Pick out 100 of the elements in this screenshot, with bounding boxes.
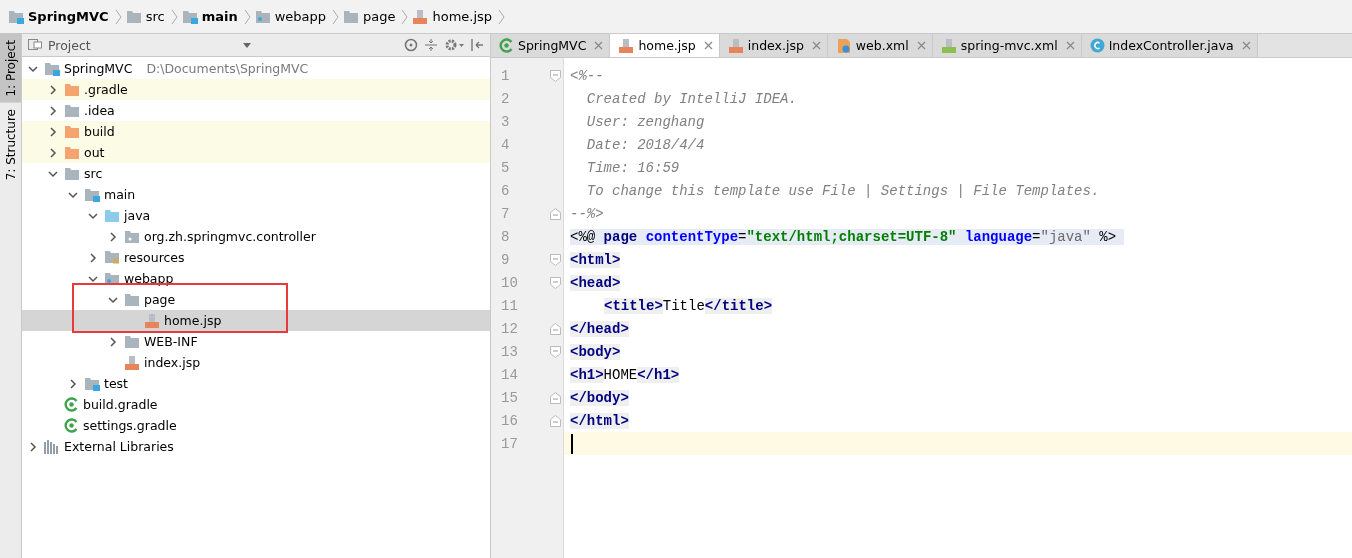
close-icon[interactable] — [811, 41, 821, 50]
item-label: src — [84, 166, 103, 181]
folder-icon — [64, 145, 80, 160]
package-icon — [124, 229, 140, 244]
tree-item[interactable]: java — [22, 205, 490, 226]
close-icon[interactable] — [1065, 41, 1075, 50]
line-number: 7 — [500, 205, 511, 222]
breadcrumb-item[interactable]: home.jsp — [412, 8, 493, 25]
close-icon[interactable] — [703, 41, 713, 50]
locate-icon[interactable] — [404, 38, 418, 52]
breadcrumb-item[interactable]: SpringMVC — [8, 9, 109, 24]
fold-marker-icon[interactable] — [549, 276, 561, 289]
tool-window-tab[interactable]: 7: Structure — [0, 102, 21, 186]
item-label: home.jsp — [164, 313, 222, 328]
folder-icon — [64, 82, 80, 97]
editor-tab[interactable]: SpringMVC — [491, 34, 611, 57]
module-folder-icon — [181, 9, 198, 24]
item-label: webapp — [124, 271, 174, 286]
tree-item[interactable]: WEB-INF — [22, 331, 490, 352]
breadcrumb-item[interactable]: webapp — [254, 9, 326, 24]
editor-tab[interactable]: index.jsp — [719, 34, 828, 57]
xml-file-icon — [835, 37, 852, 54]
line-number: 11 — [500, 297, 519, 314]
line-number: 3 — [500, 113, 511, 130]
tree-item[interactable]: External Libraries — [22, 436, 490, 457]
line-number: 9 — [500, 251, 511, 268]
item-label: java — [124, 208, 151, 223]
collapse-icon[interactable] — [424, 38, 438, 52]
tree-item[interactable]: resources — [22, 247, 490, 268]
tree-item[interactable]: out — [22, 142, 490, 163]
settings-icon[interactable] — [444, 38, 464, 52]
item-label: index.jsp — [144, 355, 201, 370]
dropdown-caret-icon[interactable] — [243, 42, 252, 48]
fold-marker-icon[interactable] — [549, 207, 561, 220]
jsp-file-icon — [412, 8, 429, 25]
gradle-icon — [64, 397, 79, 412]
tree-item[interactable]: page — [22, 289, 490, 310]
folder-icon — [104, 208, 120, 223]
jsp-file-icon — [144, 312, 160, 329]
project-path: D:\Documents\SpringMVC — [146, 61, 309, 76]
hide-panel-icon[interactable] — [470, 38, 484, 52]
jsp-file-icon — [124, 354, 140, 371]
item-label: org.zh.springmvc.controller — [144, 229, 316, 244]
breadcrumb-item[interactable]: main — [181, 9, 238, 24]
fold-marker-icon[interactable] — [549, 345, 561, 358]
tree-item[interactable]: index.jsp — [22, 352, 490, 373]
breadcrumb-item[interactable]: src — [125, 9, 165, 24]
project-view-icon — [28, 39, 42, 51]
libraries-icon — [44, 439, 60, 454]
item-label: External Libraries — [64, 439, 174, 454]
item-label: resources — [124, 250, 185, 265]
tree-item[interactable]: build — [22, 121, 490, 142]
tree-item[interactable]: home.jsp — [22, 310, 490, 331]
fold-marker-icon[interactable] — [549, 322, 561, 335]
editor-tab[interactable]: web.xml — [827, 34, 933, 57]
close-icon[interactable] — [1241, 41, 1251, 50]
line-number: 14 — [500, 366, 519, 383]
tree-item[interactable]: main — [22, 184, 490, 205]
gradle-icon — [64, 418, 79, 433]
tree-item[interactable]: build.gradle — [22, 394, 490, 415]
tree-item[interactable]: org.zh.springmvc.controller — [22, 226, 490, 247]
folder-icon — [124, 292, 140, 307]
close-icon[interactable] — [594, 41, 604, 50]
item-label: .idea — [84, 103, 115, 118]
fold-marker-icon[interactable] — [549, 253, 561, 266]
folder-icon — [343, 9, 359, 24]
chevron-right-icon — [401, 8, 409, 25]
class-icon — [1089, 38, 1105, 53]
code-line: Date: 2018/4/4 — [585, 136, 705, 153]
tree-item[interactable]: settings.gradle — [22, 415, 490, 436]
item-label: build.gradle — [83, 397, 158, 412]
chevron-right-icon — [243, 8, 251, 25]
line-number: 8 — [500, 228, 511, 245]
line-number: 15 — [500, 389, 519, 406]
line-number: 1 — [500, 67, 511, 84]
item-label: settings.gradle — [83, 418, 177, 433]
module-folder-icon — [84, 187, 100, 202]
editor-tab[interactable]: spring-mvc.xml — [932, 34, 1082, 57]
tree-item[interactable]: .idea — [22, 100, 490, 121]
tree-item[interactable]: src — [22, 163, 490, 184]
tool-window-tab[interactable]: 1: Project — [0, 34, 21, 103]
line-number: 12 — [500, 320, 519, 337]
module-folder-icon — [84, 376, 100, 391]
fold-marker-icon[interactable] — [549, 69, 561, 82]
close-icon[interactable] — [916, 41, 926, 50]
tree-item[interactable]: .gradle — [22, 79, 490, 100]
line-number: 16 — [500, 412, 519, 429]
fold-marker-icon[interactable] — [549, 414, 561, 427]
editor-tab[interactable]: IndexController.java — [1081, 34, 1258, 57]
tree-item[interactable]: SpringMVC D:\Documents\SpringMVC — [22, 58, 490, 79]
editor-tab[interactable]: home.jsp — [610, 34, 720, 57]
chevron-right-icon — [332, 8, 339, 25]
line-number: 13 — [500, 343, 519, 360]
line-number: 5 — [500, 159, 511, 176]
tree-item[interactable]: test — [22, 373, 490, 394]
breadcrumb-item[interactable]: page — [343, 9, 396, 24]
folder-icon — [64, 124, 80, 139]
tree-item[interactable]: webapp — [22, 268, 490, 289]
xml-file-icon — [940, 37, 957, 54]
fold-marker-icon[interactable] — [549, 391, 561, 404]
